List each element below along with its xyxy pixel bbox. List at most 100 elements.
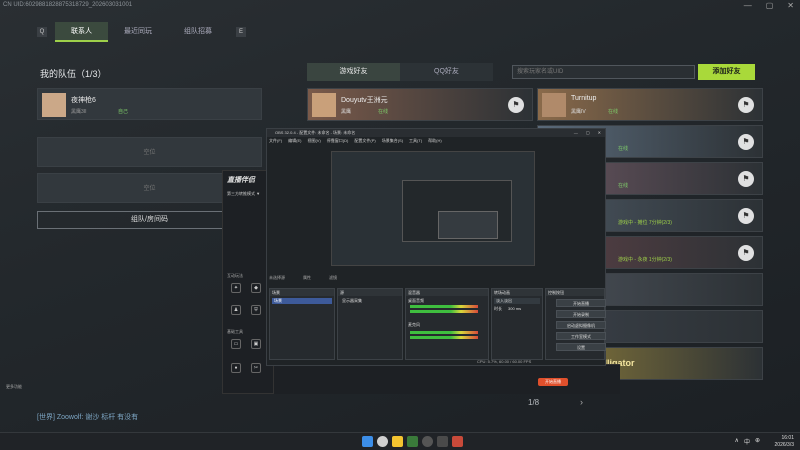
menu-edit[interactable]: 编辑(E) [288,138,301,144]
ime-icon[interactable]: 中 [744,437,750,446]
filters-button[interactable]: 滤镜 [329,275,337,281]
empty-slot[interactable]: 空位 [37,137,262,167]
no-source-label: 未选择源 [269,275,285,280]
close-icon[interactable]: ✕ [598,129,601,137]
avatar [542,93,566,117]
more-features-link[interactable]: 更多功能 [6,384,22,390]
scene-item[interactable]: 场景 [272,298,332,304]
invite-flag-icon[interactable]: ⚑ [738,208,754,224]
avatar [312,93,336,117]
source-item[interactable]: 显示器采集 [340,298,400,304]
preview-recursion [402,180,512,242]
transition-duration: 时长 300 ms [492,306,542,312]
obs-preview[interactable] [331,151,535,266]
vote-icon[interactable]: ◆ [251,283,261,293]
tools-label: 基础工具 [227,329,243,334]
properties-button[interactable]: 属性 [303,275,311,281]
screen-icon[interactable]: ▣ [251,339,261,349]
tab-game-friends[interactable]: 游戏好友 [307,63,400,81]
duration-value[interactable]: 300 ms [508,306,521,312]
next-page-icon[interactable]: › [580,397,583,407]
nav-prev-key[interactable]: Q [37,27,47,37]
menu-profile[interactable]: 配置文件(P) [354,138,375,144]
invite-flag-icon[interactable]: ⚑ [738,171,754,187]
tab-recent[interactable]: 最近同玩 [108,22,168,42]
mixer-channel-desktop: 桌面音频 [408,298,424,303]
obs-window: OBS 32.0.4 - 配置文件: 未命名 - 场景: 未命名 — ▢ ✕ 文… [266,128,606,366]
scenes-header: 场景 [270,289,334,296]
start-recording-button[interactable]: 开始录制 [556,310,606,318]
tab-contacts[interactable]: 联系人 [55,22,108,42]
page-indicator: 1/8 [528,398,540,407]
network-icon[interactable]: ⊕ [755,437,760,446]
friend-name: Turnitup [571,95,597,102]
friend-search-input[interactable]: 搜索玩家名或UID [512,65,695,79]
clock[interactable]: 16:01 2026/3/3 [775,435,794,449]
maximize-icon[interactable]: ▢ [766,1,774,10]
search-icon[interactable] [377,436,388,447]
monitor-icon[interactable]: ▭ [231,339,241,349]
settings-button[interactable]: 设置 [556,343,606,351]
controls-header: 控制按钮 [546,289,604,296]
studio-mode-button[interactable]: 工作室模式 [556,332,606,340]
invite-flag-icon[interactable]: ⚑ [738,245,754,261]
invite-flag-icon[interactable]: ⚑ [508,97,524,113]
interact-label: 互动玩法 [227,273,243,278]
menu-file[interactable]: 文件(F) [269,138,282,144]
clip-icon[interactable]: ✂ [251,363,261,373]
record-icon[interactable]: ● [231,363,241,373]
menu-scene-collection[interactable]: 场景集合(S) [382,138,403,144]
obs-icon[interactable] [422,436,433,447]
user-icon[interactable]: ♟ [231,305,241,315]
sources-header: 源 [338,289,402,296]
shield-icon[interactable]: ⛨ [251,305,261,315]
chat-text: Zoowolf: 谢沙 标杆 有没有 [56,414,139,421]
add-friend-button[interactable]: 添加好友 [698,64,755,80]
friend-status: 在线 [618,183,629,189]
start-live-button[interactable]: 开始直播 [538,378,568,386]
minimize-icon[interactable]: — [744,1,752,10]
system-tray: ∧ 中 ⊕ [735,437,760,446]
invite-flag-icon[interactable]: ⚑ [738,97,754,113]
start-icon[interactable] [362,436,373,447]
audio-meter [410,305,478,308]
tray-expand-icon[interactable]: ∧ [735,437,739,446]
tab-qq-friends[interactable]: QQ好友 [400,63,493,81]
audio-meter [410,331,478,334]
tab-recruit[interactable]: 组队招募 [168,22,228,42]
friend-card[interactable]: Douyutv王洲元 黑鹰 在线 ⚑ [307,88,533,121]
transition-select[interactable]: 淡入淡出 [494,298,540,304]
avatar [42,93,66,117]
live-app-icon[interactable] [452,436,463,447]
app-icon[interactable] [437,436,448,447]
close-icon[interactable]: ✕ [787,1,794,10]
start-streaming-button[interactable]: 开始直播 [556,299,606,307]
menu-help[interactable]: 帮助(H) [428,138,442,144]
audio-meter [410,336,478,339]
invite-flag-icon[interactable]: ⚑ [738,134,754,150]
game-icon[interactable] [407,436,418,447]
clock-date: 2026/3/3 [774,442,794,448]
team-title: 我的队伍（1/3） [40,69,107,79]
stream-mode-select[interactable]: 第三方转推模式 ▼ [227,191,260,197]
chat-channel: [世界] [37,414,55,421]
helper-stream-bar [274,364,620,394]
friend-status: 在线 [608,109,619,115]
transitions-panel: 转场动画 淡入淡出 时长 300 ms [491,288,543,360]
virtual-camera-button[interactable]: 启动虚拟摄像机 [556,321,606,329]
gift-icon[interactable]: ✦ [231,283,241,293]
sources-panel: 源 显示器采集 [337,288,403,360]
nav-next-key[interactable]: E [236,27,246,37]
explorer-icon[interactable] [392,436,403,447]
minimize-icon[interactable]: — [574,129,578,137]
uid-overlay: CN UID:6029881828875318729_202603031001 [3,2,133,8]
friend-card[interactable]: Turnitup 黑鹰IV 在线 ⚑ [537,88,763,121]
team-member-card[interactable]: 夜神枪6 黑鹰3II 自己 [37,88,262,120]
maximize-icon[interactable]: ▢ [586,129,590,137]
friend-name: Douyutv王洲元 [341,97,388,104]
obs-source-toolbar: 未选择源 属性 滤镜 [269,275,337,281]
menu-docks[interactable]: 停靠窗口(D) [327,138,349,144]
menu-view[interactable]: 视图(V) [307,138,320,144]
menu-tools[interactable]: 工具(T) [409,138,422,144]
mixer-header: 混音器 [406,289,488,296]
